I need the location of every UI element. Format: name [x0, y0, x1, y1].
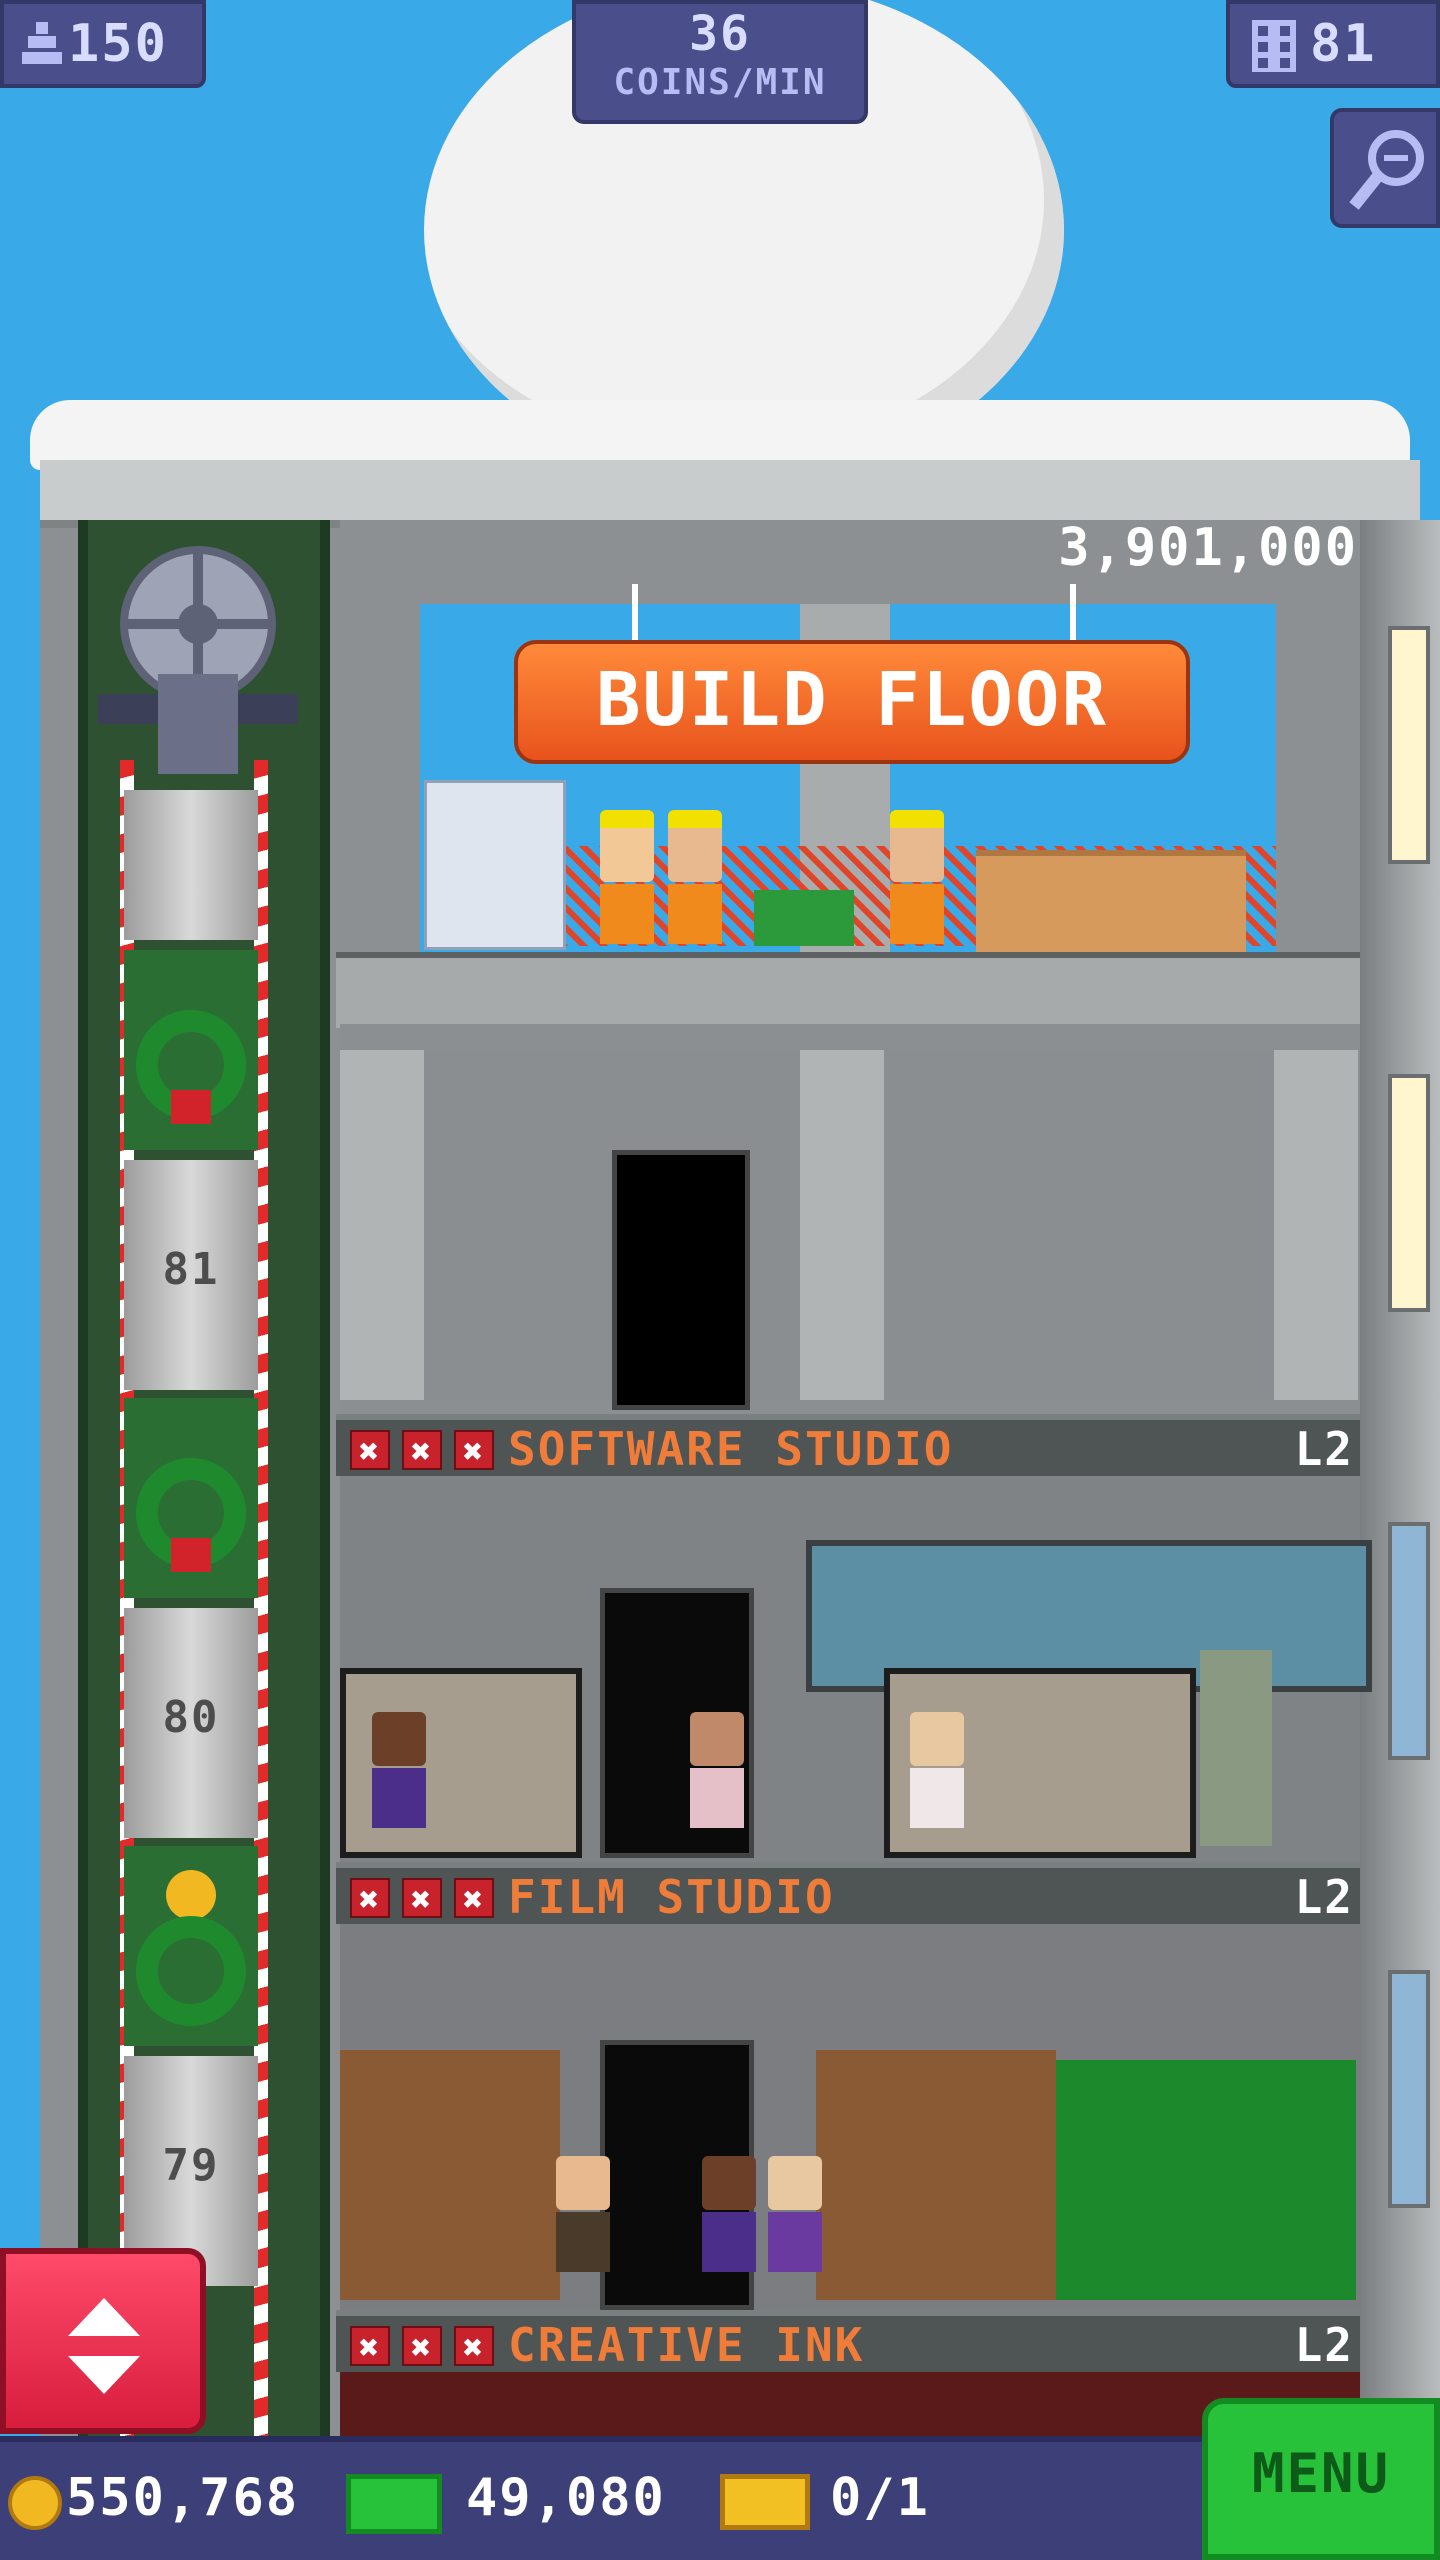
elevator-stop-80[interactable]: 80 — [124, 1608, 258, 1838]
rating-x-icon: ✖ — [350, 1430, 390, 1472]
construction-worker — [600, 810, 654, 944]
star-ornament-icon — [166, 1870, 216, 1920]
ticket-icon — [720, 2474, 810, 2530]
elevator-lobby-cell — [124, 1398, 258, 1598]
office-worker — [372, 1712, 426, 1828]
floor-label-bar[interactable]: ✖ ✖ ✖ FILM STUDIO L2 — [336, 1862, 1360, 1924]
bux-icon — [346, 2474, 442, 2534]
menu-button[interactable]: MENU — [1202, 2398, 1440, 2560]
floor-name: FILM STUDIO — [508, 1870, 835, 1924]
floor-level: L2 — [1294, 1870, 1354, 1924]
floor-counter[interactable]: 81 — [1226, 0, 1440, 88]
wooden-door-panel — [340, 2050, 560, 2300]
door — [612, 1150, 750, 1410]
coins-per-min-label: COINS/MIN — [613, 62, 827, 103]
elevator-stop-81[interactable]: 81 — [124, 1160, 258, 1390]
ticket-count: 0/1 — [830, 2468, 930, 2528]
build-floor-button[interactable]: BUILD FLOOR — [514, 640, 1190, 764]
floor-level: L2 — [1294, 1422, 1354, 1476]
rating-x-icon: ✖ — [402, 1878, 442, 1920]
rating-x-icon: ✖ — [402, 2326, 442, 2368]
construction-worker — [890, 810, 944, 944]
floor-pillar — [800, 1050, 884, 1400]
coins-per-min-value: 36 — [689, 6, 751, 62]
floor-name: CREATIVE INK — [508, 2318, 865, 2372]
sign-hanger — [632, 584, 638, 644]
elevator-scroll-button[interactable] — [0, 2248, 206, 2434]
rating-x-icon: ✖ — [454, 1430, 494, 1472]
floor-pillar — [340, 1050, 424, 1400]
build-cost: 3,901,000 — [1058, 518, 1358, 578]
floor-level: L2 — [1294, 2318, 1354, 2372]
floor-label-bar[interactable]: ✖ ✖ ✖ CREATIVE INK L2 — [336, 2310, 1360, 2372]
magnifier-icon — [1349, 130, 1424, 210]
construction-worker — [668, 810, 722, 944]
elevator-cell — [124, 790, 258, 940]
elevator-floor-number: 79 — [162, 2140, 220, 2191]
elevator-motor — [98, 544, 298, 794]
floor-slab — [336, 952, 1360, 1028]
up-down-arrows-icon — [68, 2298, 140, 2394]
sign-hanger — [1070, 584, 1076, 644]
rating-x-icon: ✖ — [402, 1430, 442, 1472]
bow-decoration — [171, 1090, 211, 1124]
population-value: 150 — [68, 14, 168, 74]
film-worker — [702, 2156, 756, 2272]
coins-per-min-panel: 36 COINS/MIN — [572, 0, 868, 124]
elevator-lobby-cell — [124, 1846, 258, 2046]
pipe-stack — [424, 780, 566, 950]
film-worker — [556, 2156, 610, 2272]
side-window — [1388, 1970, 1430, 2208]
floor-pillar — [1274, 1050, 1358, 1400]
film-worker — [768, 2156, 822, 2272]
office-worker — [690, 1712, 744, 1828]
office-worker — [910, 1712, 964, 1828]
pulley-icon — [98, 546, 298, 774]
side-window — [1388, 1522, 1430, 1760]
elevator-floor-number: 80 — [162, 1692, 220, 1743]
elevator-lobby-cell — [124, 950, 258, 1150]
elevator-floor-number: 81 — [162, 1244, 220, 1295]
bux-balance: 49,080 — [466, 2468, 666, 2528]
crate-stack — [976, 850, 1246, 952]
population-icon — [22, 22, 62, 64]
rating-x-icon: ✖ — [454, 2326, 494, 2368]
coin-balance: 550,768 — [66, 2468, 300, 2528]
rating-x-icon: ✖ — [350, 2326, 390, 2368]
toolbox — [754, 890, 854, 946]
rating-x-icon: ✖ — [350, 1878, 390, 1920]
wooden-door-panel — [816, 2050, 1056, 2300]
zoom-out-button[interactable] — [1330, 108, 1440, 228]
population-counter[interactable]: 150 — [0, 0, 206, 88]
side-window — [1388, 626, 1430, 864]
filing-cabinet — [1200, 1650, 1272, 1846]
bow-decoration — [171, 1538, 211, 1572]
wreath-decoration — [136, 1916, 246, 2026]
building-icon — [1252, 20, 1296, 72]
floor-label-bar[interactable]: ✖ ✖ ✖ SOFTWARE STUDIO L2 — [336, 1414, 1360, 1476]
green-screen — [1056, 2060, 1356, 2300]
rating-x-icon: ✖ — [454, 1878, 494, 1920]
floor-name: SOFTWARE STUDIO — [508, 1422, 954, 1476]
coin-icon — [8, 2476, 62, 2530]
floor-count-value: 81 — [1310, 14, 1377, 74]
side-window — [1388, 1074, 1430, 1312]
